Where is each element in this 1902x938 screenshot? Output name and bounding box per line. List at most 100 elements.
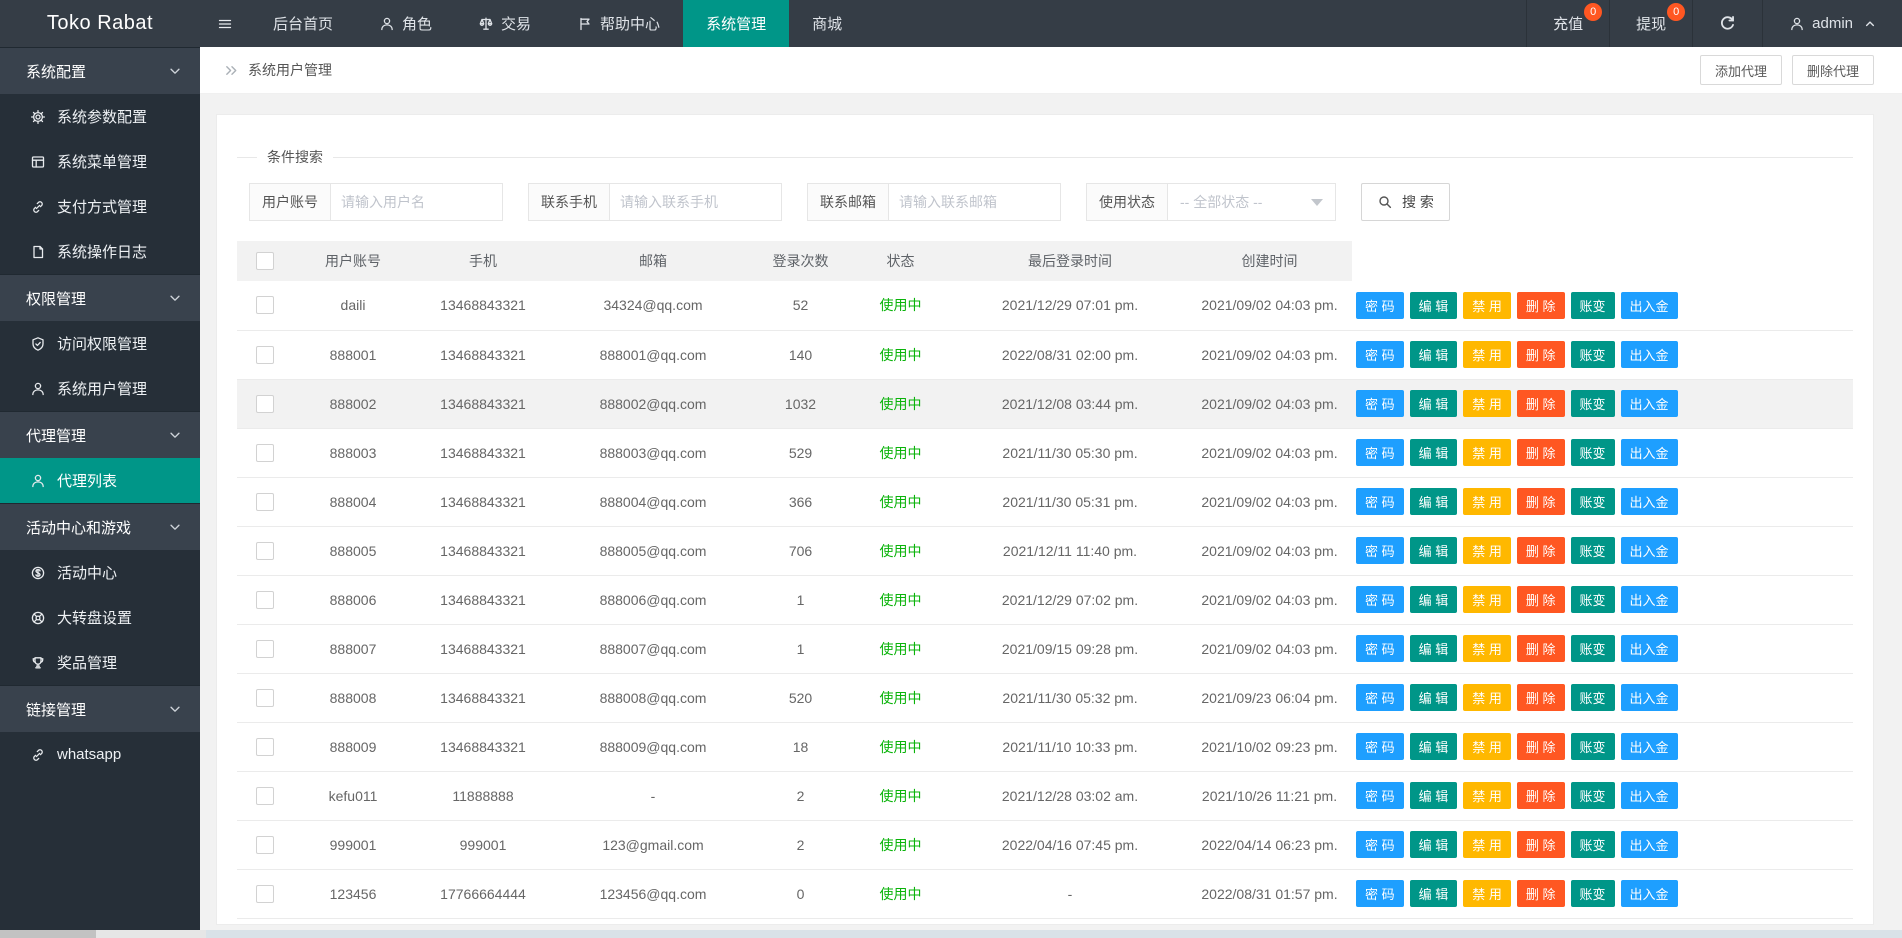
deposit-withdraw-button[interactable]: 出入金 [1621, 782, 1678, 809]
account-change-button[interactable]: 账变 [1571, 635, 1615, 662]
disable-button[interactable]: 禁 用 [1463, 831, 1511, 858]
row-checkbox[interactable] [256, 640, 274, 658]
edit-button[interactable]: 编 辑 [1410, 488, 1458, 515]
disable-button[interactable]: 禁 用 [1463, 733, 1511, 760]
deposit-withdraw-button[interactable]: 出入金 [1621, 831, 1678, 858]
delete-button[interactable]: 删 除 [1517, 880, 1565, 907]
nav-item-link[interactable]: 帮助中心 [554, 0, 683, 47]
nav-item-active[interactable]: 系统管理 [683, 0, 789, 47]
edit-button[interactable]: 编 辑 [1410, 782, 1458, 809]
disable-button[interactable]: 禁 用 [1463, 292, 1511, 319]
sidebar-item[interactable]: 系统用户管理 [0, 366, 200, 411]
delete-button[interactable]: 删 除 [1517, 586, 1565, 613]
sidebar-section-title[interactable]: 活动中心和游戏 [0, 503, 200, 550]
password-button[interactable]: 密 码 [1356, 586, 1404, 613]
edit-button[interactable]: 编 辑 [1410, 586, 1458, 613]
disable-button[interactable]: 禁 用 [1463, 586, 1511, 613]
add-agent-button[interactable]: 添加代理 [1700, 55, 1782, 85]
deposit-withdraw-button[interactable]: 出入金 [1621, 439, 1678, 466]
admin-menu-button[interactable]: admin [1762, 0, 1902, 47]
sidebar-item[interactable]: 访问权限管理 [0, 321, 200, 366]
sidebar-item[interactable]: 系统参数配置 [0, 94, 200, 139]
edit-button[interactable]: 编 辑 [1410, 390, 1458, 417]
password-button[interactable]: 密 码 [1356, 292, 1404, 319]
account-change-button[interactable]: 账变 [1571, 831, 1615, 858]
row-checkbox[interactable] [256, 444, 274, 462]
disable-button[interactable]: 禁 用 [1463, 635, 1511, 662]
row-checkbox[interactable] [256, 738, 274, 756]
edit-button[interactable]: 编 辑 [1410, 341, 1458, 368]
row-checkbox[interactable] [256, 493, 274, 511]
deposit-withdraw-button[interactable]: 出入金 [1621, 537, 1678, 564]
horizontal-scrollbar[interactable] [0, 930, 1902, 938]
delete-button[interactable]: 删 除 [1517, 684, 1565, 711]
disable-button[interactable]: 禁 用 [1463, 782, 1511, 809]
collapse-sidebar-button[interactable] [200, 0, 250, 47]
delete-button[interactable]: 删 除 [1517, 292, 1565, 319]
account-change-button[interactable]: 账变 [1571, 782, 1615, 809]
row-checkbox[interactable] [256, 787, 274, 805]
disable-button[interactable]: 禁 用 [1463, 488, 1511, 515]
edit-button[interactable]: 编 辑 [1410, 292, 1458, 319]
account-change-button[interactable]: 账变 [1571, 341, 1615, 368]
edit-button[interactable]: 编 辑 [1410, 831, 1458, 858]
sidebar-item[interactable]: 活动中心 [0, 550, 200, 595]
account-change-button[interactable]: 账变 [1571, 537, 1615, 564]
delete-button[interactable]: 删 除 [1517, 537, 1565, 564]
phone-input[interactable] [610, 183, 782, 221]
row-checkbox[interactable] [256, 395, 274, 413]
edit-button[interactable]: 编 辑 [1410, 439, 1458, 466]
account-input[interactable] [331, 183, 503, 221]
sidebar-section-title[interactable]: 链接管理 [0, 685, 200, 732]
password-button[interactable]: 密 码 [1356, 782, 1404, 809]
withdraw-button[interactable]: 提现0 [1609, 0, 1692, 47]
row-checkbox[interactable] [256, 689, 274, 707]
row-checkbox[interactable] [256, 346, 274, 364]
password-button[interactable]: 密 码 [1356, 488, 1404, 515]
password-button[interactable]: 密 码 [1356, 439, 1404, 466]
disable-button[interactable]: 禁 用 [1463, 390, 1511, 417]
row-checkbox[interactable] [256, 885, 274, 903]
sidebar-item[interactable]: 支付方式管理 [0, 184, 200, 229]
sidebar-item[interactable]: whatsapp [0, 732, 200, 777]
delete-button[interactable]: 删 除 [1517, 635, 1565, 662]
disable-button[interactable]: 禁 用 [1463, 880, 1511, 907]
password-button[interactable]: 密 码 [1356, 635, 1404, 662]
refresh-button[interactable] [1692, 0, 1762, 47]
deposit-withdraw-button[interactable]: 出入金 [1621, 341, 1678, 368]
deposit-withdraw-button[interactable]: 出入金 [1621, 390, 1678, 417]
edit-button[interactable]: 编 辑 [1410, 880, 1458, 907]
password-button[interactable]: 密 码 [1356, 733, 1404, 760]
edit-button[interactable]: 编 辑 [1410, 537, 1458, 564]
delete-button[interactable]: 删 除 [1517, 341, 1565, 368]
password-button[interactable]: 密 码 [1356, 341, 1404, 368]
delete-agent-button[interactable]: 删除代理 [1792, 55, 1874, 85]
sidebar-item-active[interactable]: 代理列表 [0, 458, 200, 503]
account-change-button[interactable]: 账变 [1571, 439, 1615, 466]
disable-button[interactable]: 禁 用 [1463, 684, 1511, 711]
edit-button[interactable]: 编 辑 [1410, 635, 1458, 662]
delete-button[interactable]: 删 除 [1517, 488, 1565, 515]
status-select[interactable]: -- 全部状态 -- [1168, 183, 1336, 221]
scrollbar-thumb[interactable] [0, 930, 96, 938]
password-button[interactable]: 密 码 [1356, 684, 1404, 711]
delete-button[interactable]: 删 除 [1517, 733, 1565, 760]
disable-button[interactable]: 禁 用 [1463, 537, 1511, 564]
sidebar-item[interactable]: 系统操作日志 [0, 229, 200, 274]
delete-button[interactable]: 删 除 [1517, 390, 1565, 417]
row-checkbox[interactable] [256, 542, 274, 560]
disable-button[interactable]: 禁 用 [1463, 341, 1511, 368]
account-change-button[interactable]: 账变 [1571, 880, 1615, 907]
delete-button[interactable]: 删 除 [1517, 831, 1565, 858]
deposit-withdraw-button[interactable]: 出入金 [1621, 586, 1678, 613]
nav-item-link[interactable]: 交易 [455, 0, 554, 47]
search-button[interactable]: 搜 索 [1361, 183, 1450, 221]
nav-item-link[interactable]: 后台首页 [250, 0, 356, 47]
deposit-withdraw-button[interactable]: 出入金 [1621, 292, 1678, 319]
account-change-button[interactable]: 账变 [1571, 733, 1615, 760]
delete-button[interactable]: 删 除 [1517, 439, 1565, 466]
edit-button[interactable]: 编 辑 [1410, 684, 1458, 711]
nav-item-link[interactable]: 商城 [789, 0, 865, 47]
row-checkbox[interactable] [256, 296, 274, 314]
account-change-button[interactable]: 账变 [1571, 390, 1615, 417]
